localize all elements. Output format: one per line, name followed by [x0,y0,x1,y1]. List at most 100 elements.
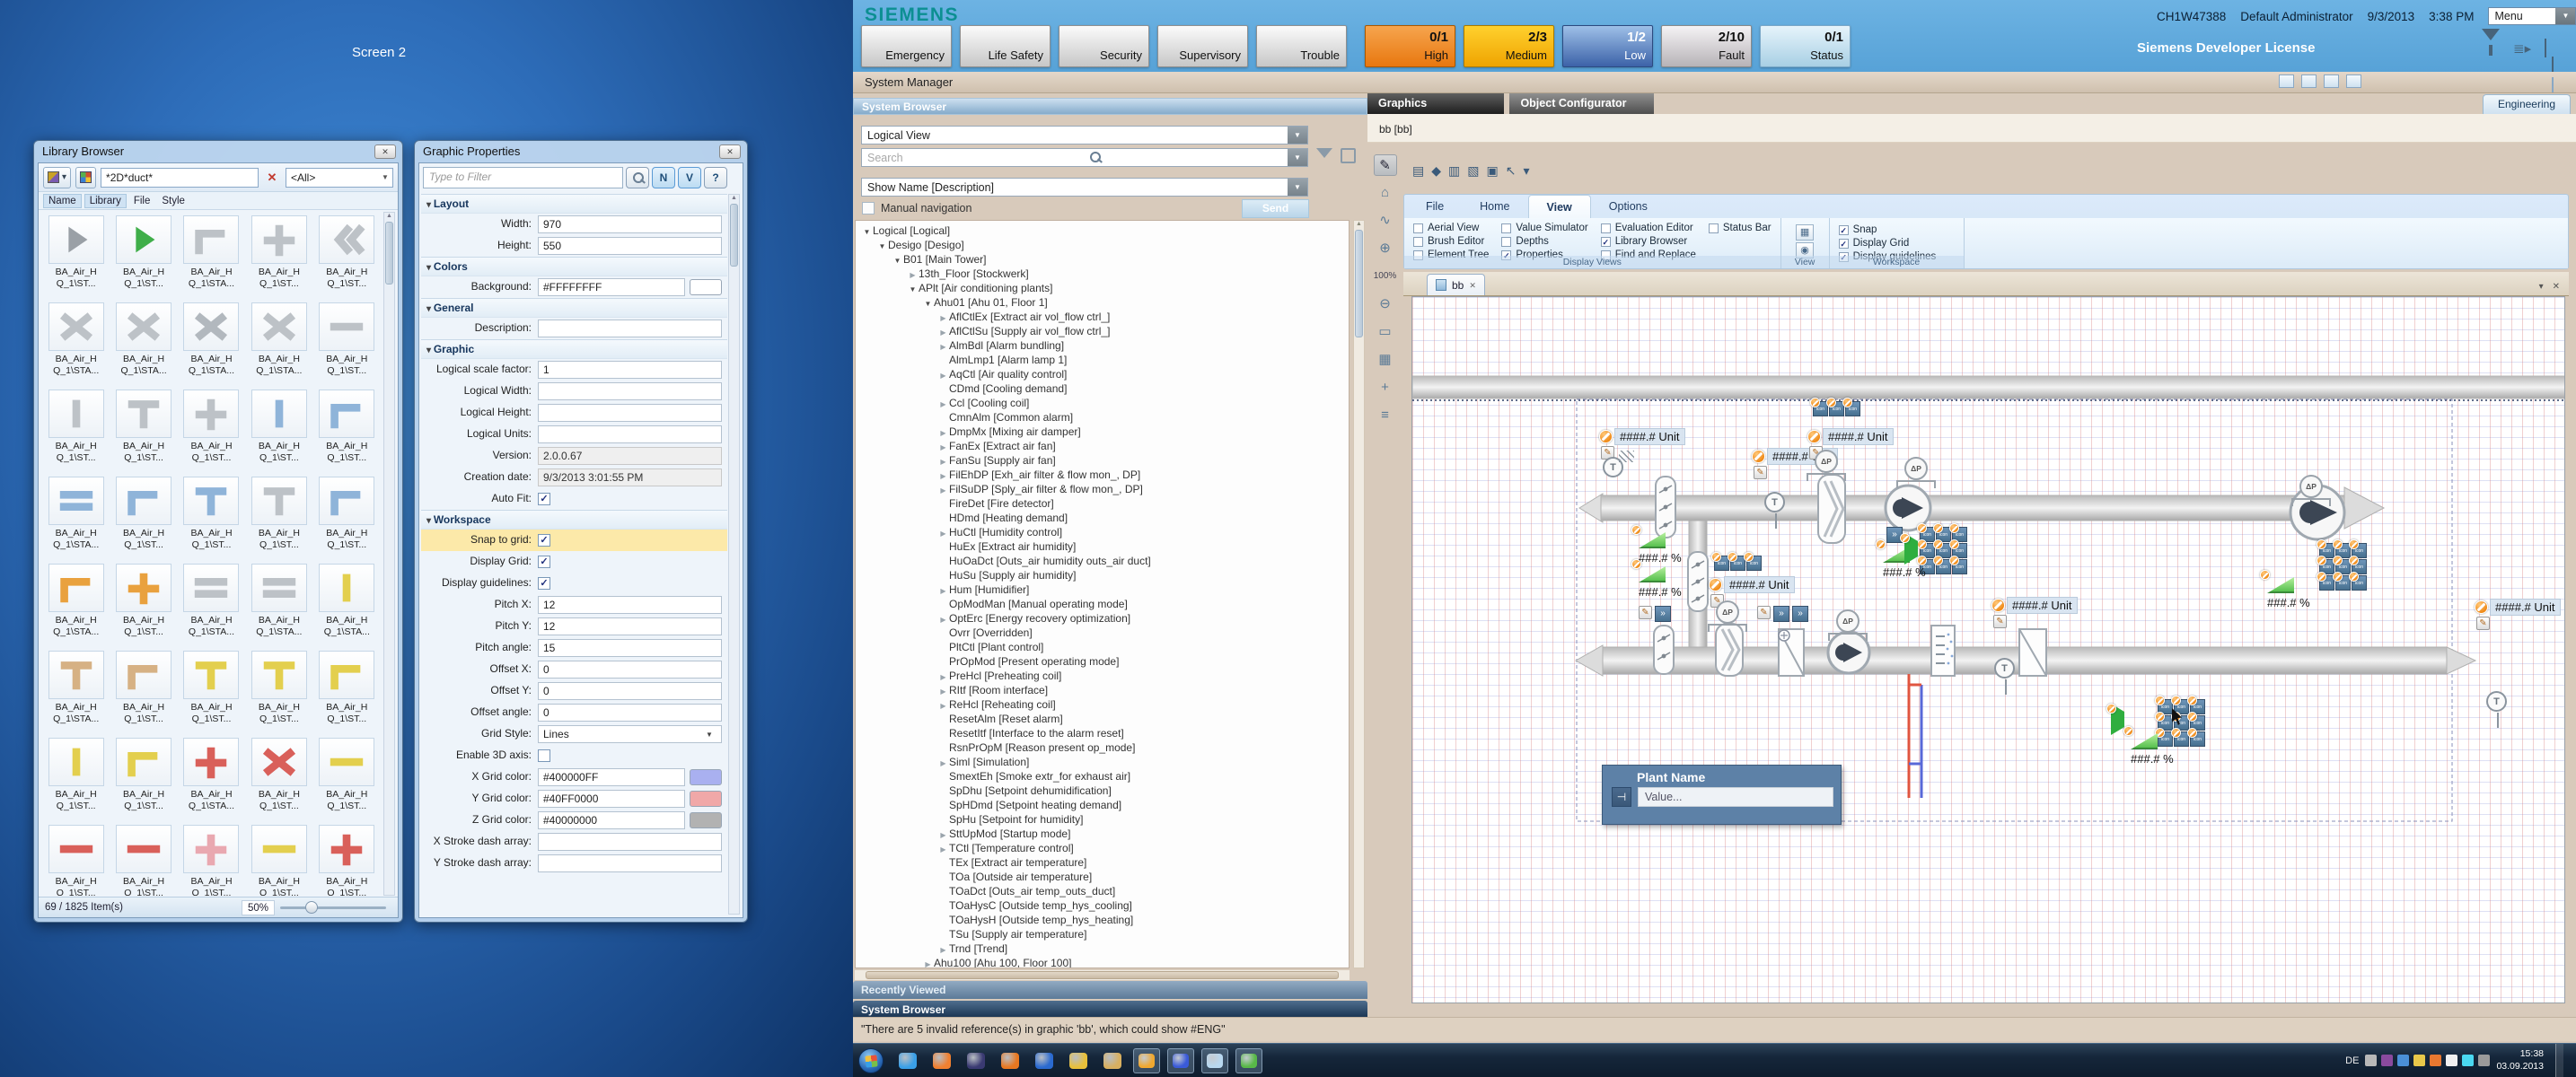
plant-value-field[interactable]: Value... [1638,787,1833,807]
tree-item[interactable]: SpDhu [Setpoint dehumidification] [856,784,1349,798]
library-icon[interactable]: ◆ [1431,163,1441,179]
value-input[interactable] [538,833,722,851]
taskbar-journal-icon[interactable] [1201,1048,1228,1073]
pressure-sensor[interactable]: ΔP [2290,475,2332,506]
view-select[interactable]: Logical View▼ [861,126,1308,144]
tree-item[interactable]: CmnAlm [Common alarm] [856,410,1349,425]
tab-engineering[interactable]: Engineering [2483,94,2571,114]
sort-header-name[interactable]: Name [43,194,82,208]
invalid-reference-unit-label[interactable]: ####.# Unit✎ [2475,599,2561,616]
tree-item[interactable]: ▼Ahu01 [Ahu 01, Floor 1] [856,295,1349,310]
manual-navigation-checkbox[interactable] [862,202,875,215]
command-icon[interactable]: icon [1746,556,1762,571]
tree-item[interactable]: PltCtl [Plant control] [856,640,1349,654]
move-tool-icon[interactable]: + [1374,377,1397,398]
tree-expander-icon[interactable]: ▼ [907,283,919,297]
value-input[interactable]: 0 [538,682,722,700]
percent-indicator[interactable]: ###.# % [2267,577,2310,609]
library-item[interactable]: BA_Air_HQ_1\ST... [245,390,312,477]
display-mode-select[interactable]: Show Name [Description]▼ [861,178,1308,197]
tree-scrollbar[interactable]: ▲ [1353,220,1365,968]
tree-item[interactable]: FireDet [Fire detector] [856,496,1349,511]
damper-symbol[interactable] [1654,626,1674,674]
filter-symbol[interactable] [1818,475,1845,543]
ribbon-tab-home[interactable]: Home [1462,195,1527,218]
help-button[interactable]: ? [704,167,727,188]
tray-icon-1[interactable] [2381,1055,2393,1066]
layout-icon[interactable] [2545,40,2564,58]
checkbox[interactable]: ✓ [1839,239,1849,249]
invalid-reference-unit-label[interactable]: ####.# Unit✎ [1599,428,1685,445]
show-desktop-button[interactable] [2555,1044,2563,1077]
graphic-properties-titlebar[interactable]: Graphic Properties ✕ [415,141,747,162]
tree-item[interactable]: ▶AflCtlSu [Supply air vol_flow ctrl_] [856,324,1349,338]
library-item[interactable]: BA_Air_HQ_1\ST... [178,390,245,477]
library-item[interactable]: BA_Air_HQ_1\ST... [110,564,177,651]
tree-item[interactable]: ▶FilEhDP [Exh_air filter & flow mon_, DP… [856,468,1349,482]
tree-item[interactable]: ▶RItf [Room interface] [856,683,1349,697]
language-indicator[interactable]: DE [2345,1055,2359,1066]
layout-icon[interactable] [2301,74,2317,88]
library-item[interactable]: BA_Air_HQ_1\STA... [245,564,312,651]
library-browser-titlebar[interactable]: Library Browser ✕ [34,141,402,162]
checkbox[interactable] [1413,223,1423,233]
properties-scrollbar[interactable]: ▲ [728,194,740,915]
tray-icon-0[interactable] [2365,1055,2377,1066]
pressure-sensor[interactable]: ΔP [1827,609,1868,641]
library-item[interactable]: BA_Air_HQ_1\STA... [178,564,245,651]
library-item[interactable]: BA_Air_HQ_1\ST... [178,651,245,738]
filter-icon[interactable] [2482,40,2501,58]
pin-icon[interactable] [2552,77,2554,92]
layers-tool-icon[interactable]: ≡ [1374,405,1397,426]
tree-item[interactable]: ▼Desigo [Desigo] [856,238,1349,252]
library-item[interactable]: BA_Air_HQ_1\ST... [110,215,177,302]
close-icon[interactable]: ✕ [2553,282,2560,292]
tree-item[interactable]: ▶HuCtl [Humidity control] [856,525,1349,539]
tree-item[interactable]: OpModMan [Manual operating mode] [856,597,1349,611]
library-item[interactable]: BA_Air_HQ_1\STA... [245,302,312,390]
tree-hscrollbar[interactable] [855,970,1350,980]
library-source-button[interactable]: ▾ [43,167,71,188]
checkbox[interactable]: ✓ [538,577,550,590]
value-input[interactable] [538,854,722,872]
command-icon[interactable]: icon [1845,401,1860,416]
library-item[interactable]: BA_Air_HQ_1\ST... [313,738,381,825]
library-item[interactable]: BA_Air_HQ_1\ST... [245,477,312,564]
library-item[interactable]: BA_Air_HQ_1\ST... [42,825,110,896]
tree-item[interactable]: TSu [Supply air temperature] [856,927,1349,941]
ribbon-checkbox-display-grid[interactable]: ✓Display Grid [1839,238,1955,249]
color-swatch[interactable] [690,791,722,807]
percent-indicator[interactable]: ###.# % [1639,532,1682,565]
taskbar-text-editor-icon[interactable] [963,1048,989,1073]
tree-item[interactable]: ResetItf [Interface to the alarm reset] [856,726,1349,740]
tree-item[interactable]: ▶PreHcl [Preheating coil] [856,669,1349,683]
search-icon[interactable] [626,167,649,188]
value-input[interactable] [538,404,722,422]
tree-item[interactable]: ▶AlmBdl [Alarm bundling] [856,338,1349,353]
checkbox[interactable]: ✓ [538,534,550,547]
tree-item[interactable]: TEx [Extract air temperature] [856,855,1349,870]
clear-filter-icon[interactable]: ✕ [263,169,281,187]
document-tab-bb[interactable]: bb ✕ [1427,274,1485,295]
zoom-level[interactable]: 100% [1374,266,1397,287]
tray-icon-4[interactable] [2430,1055,2441,1066]
checkbox[interactable] [1601,223,1611,233]
property-section-colors[interactable]: Colors [421,257,727,276]
checkbox[interactable] [538,749,550,762]
command-icon-group[interactable]: iconiconicon [1813,401,1860,416]
tree-expander-icon[interactable]: ▼ [922,297,934,311]
checkbox[interactable] [1413,237,1423,247]
tree-expander-icon[interactable]: ▶ [922,958,934,969]
library-item[interactable]: BA_Air_HQ_1\STA... [313,564,381,651]
library-item[interactable]: BA_Air_HQ_1\ST... [245,738,312,825]
ribbon-checkbox-aerial-view[interactable]: Aerial View [1413,223,1489,233]
edit-group[interactable]: ✎» [1639,606,1671,622]
tree-item[interactable]: ▶FanSu [Supply air fan] [856,453,1349,468]
library-item[interactable]: BA_Air_HQ_1\STA... [110,302,177,390]
alarm-button-low[interactable]: 1/2Low [1562,25,1653,67]
ribbon-checkbox-depths[interactable]: Depths [1501,236,1587,247]
tab-object-configurator[interactable]: Object Configurator [1509,93,1653,114]
tree-item[interactable]: TOaHysH [Outside temp_hys_heating] [856,913,1349,927]
tree-item[interactable]: PrOpMod [Present operating mode] [856,654,1349,669]
damper-symbol[interactable] [1688,552,1708,611]
